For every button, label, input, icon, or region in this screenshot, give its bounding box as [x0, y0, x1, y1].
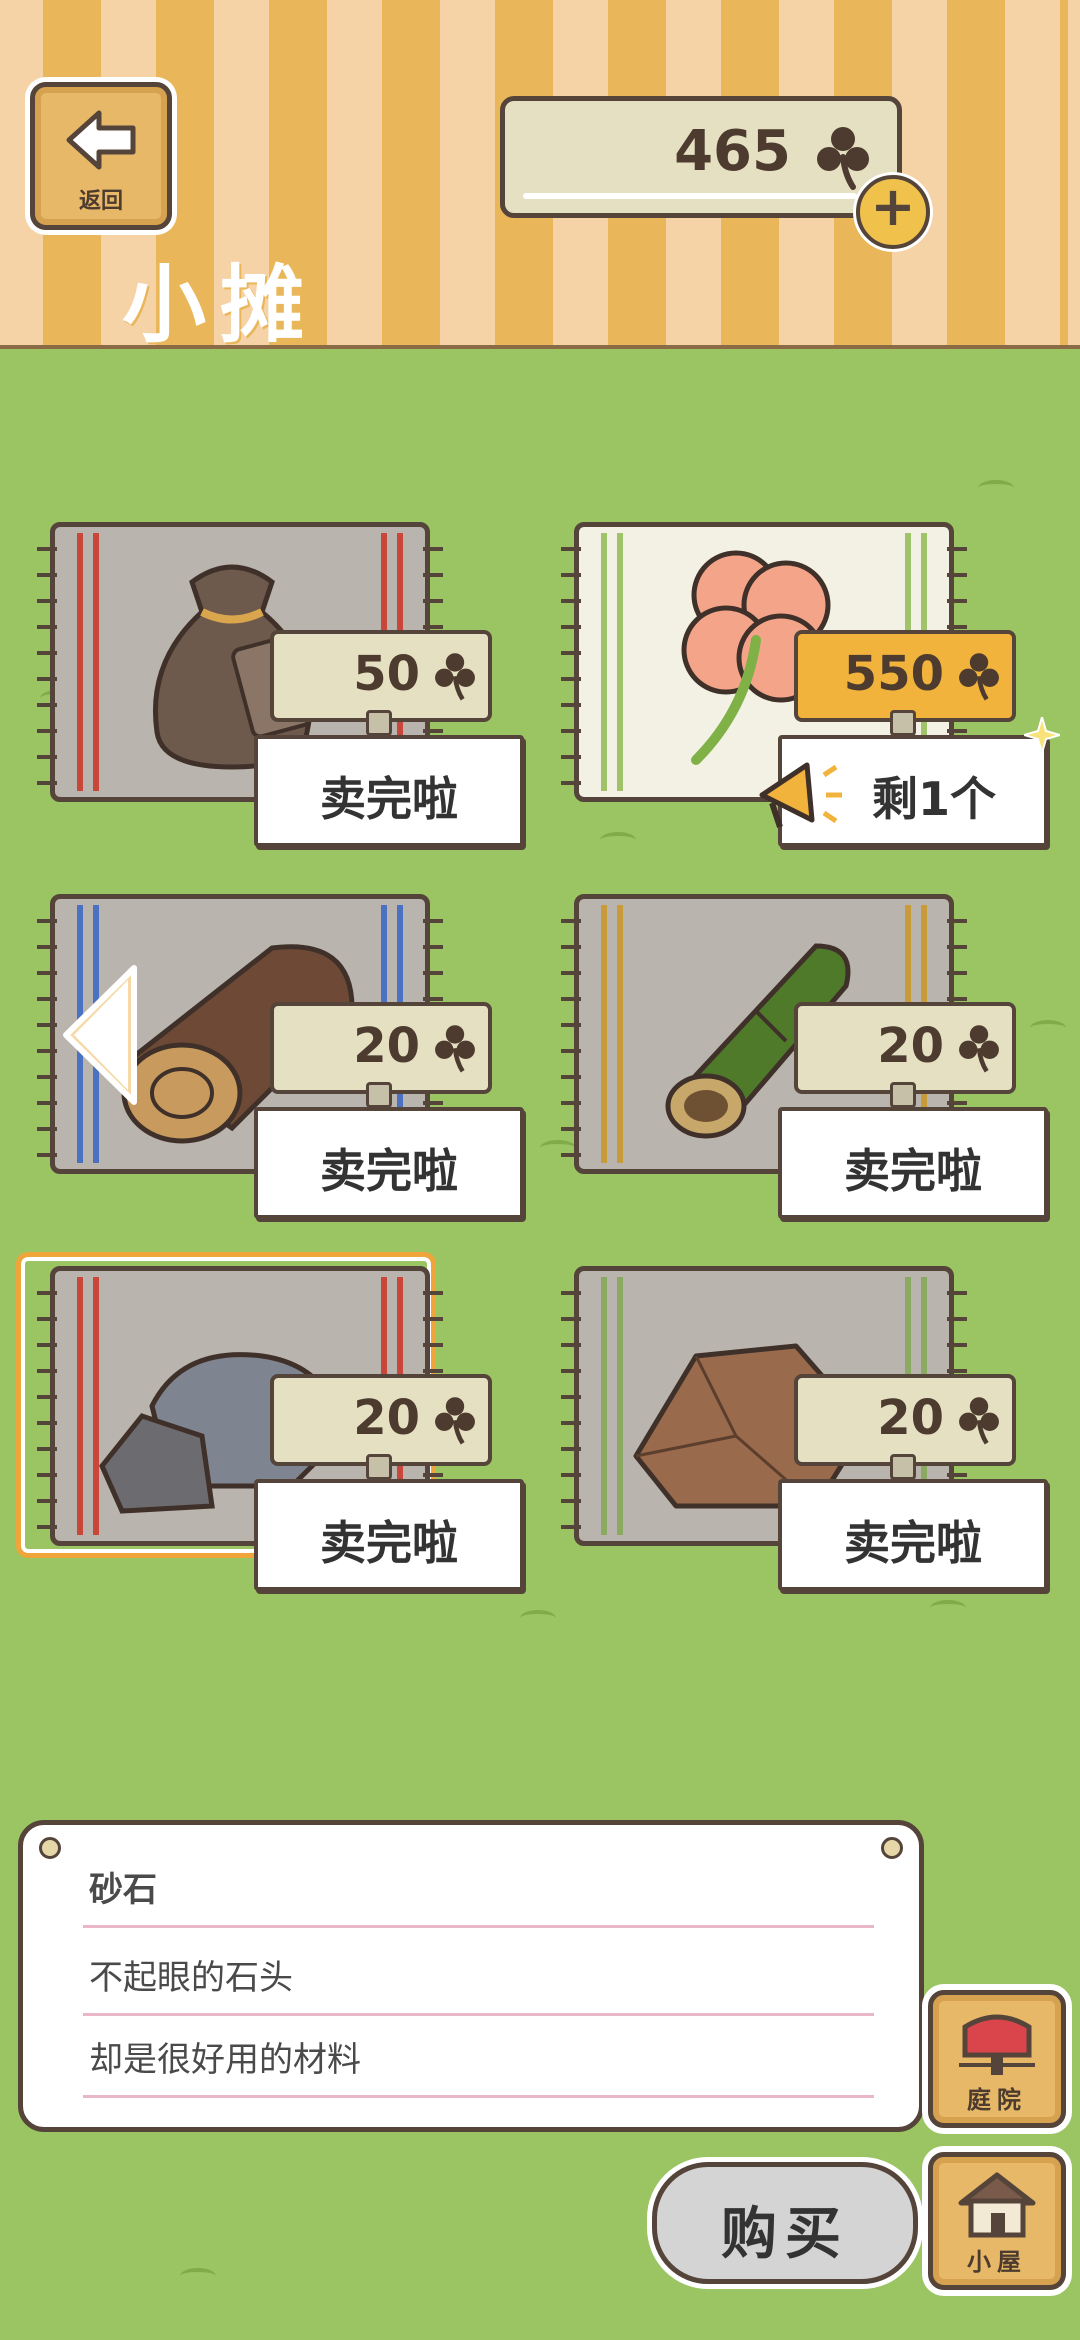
clover-count: 465 [674, 119, 791, 184]
status-text: 卖完啦 [320, 1144, 458, 1198]
clover-icon [435, 1397, 475, 1445]
description-text-2: 却是很好用的材料 [89, 2040, 361, 2080]
price-tag: 550 [794, 630, 1016, 736]
sold-out-plate: 卖完啦 [254, 1107, 524, 1219]
pin-icon [881, 1837, 903, 1859]
status-text: 卖完啦 [320, 1516, 458, 1570]
price-tag: 20 [794, 1374, 1016, 1480]
price-value: 50 [353, 646, 420, 702]
sold-out-plate: 卖完啦 [254, 735, 524, 847]
stock-left-plate: 剩1个 [759, 717, 1060, 847]
clover-balance: 465 [500, 96, 902, 218]
stall-item-4[interactable]: 20 卖完啦 [556, 894, 1048, 1224]
grass-decoration [978, 480, 1014, 496]
stall-item-6[interactable]: 20 卖完啦 [556, 1266, 1048, 1596]
buy-label: 购买 [721, 2202, 849, 2267]
scroll-left-arrow-icon[interactable] [58, 960, 142, 1110]
price-tag: 20 [270, 1002, 492, 1108]
house-icon [958, 2172, 1036, 2238]
clover-icon [959, 1025, 999, 1073]
page-title: 小摊 [122, 256, 319, 354]
sold-out-plate: 卖完啦 [778, 1479, 1048, 1591]
sparkle-icon [1024, 717, 1060, 753]
sold-out-plate: 卖完啦 [778, 1107, 1048, 1219]
house-button[interactable]: 小屋 [928, 2152, 1066, 2290]
back-label: 返回 [78, 189, 123, 214]
grass-decoration [520, 1610, 556, 1626]
plus-icon: + [870, 175, 916, 238]
grass-decoration [1030, 1020, 1066, 1036]
item-name-row: 砂石 [83, 1845, 874, 1928]
stall-item-1[interactable]: 50 卖完啦 [32, 522, 524, 852]
item-description-panel: 砂石 不起眼的石头 却是很好用的材料 [18, 1820, 924, 2132]
description-line: 却是很好用的材料 [83, 2015, 874, 2098]
price-tag: 50 [270, 630, 492, 736]
clover-icon [435, 1025, 475, 1073]
clover-icon [959, 653, 999, 701]
status-text: 剩1个 [872, 772, 997, 826]
clover-icon [435, 653, 475, 701]
price-value: 550 [843, 646, 944, 702]
price-value: 20 [877, 1018, 944, 1074]
status-text: 卖完啦 [844, 1144, 982, 1198]
description-line: 不起眼的石头 [83, 1933, 874, 2016]
stall-item-2[interactable]: 550 剩1个 [556, 522, 1060, 852]
item-name: 砂石 [89, 1870, 157, 1910]
add-clovers-button[interactable]: + [856, 175, 930, 249]
coin-box-shine [523, 193, 857, 199]
price-tag: 20 [270, 1374, 492, 1480]
stall-item-5[interactable]: 20 卖完啦 [16, 1252, 524, 1596]
description-text-1: 不起眼的石头 [89, 1958, 293, 1998]
back-arrow-icon [66, 110, 136, 170]
status-text: 卖完啦 [844, 1516, 982, 1570]
price-tag: 20 [794, 1002, 1016, 1108]
yard-button[interactable]: 庭院 [928, 1990, 1066, 2128]
grass-decoration [930, 1600, 966, 1616]
buy-button[interactable]: 购买 [652, 2162, 918, 2284]
price-value: 20 [353, 1018, 420, 1074]
price-value: 20 [353, 1390, 420, 1446]
grass-decoration [180, 2268, 216, 2284]
yard-label: 庭院 [967, 2086, 1027, 2114]
header-bar: 返回 小摊 465 + [0, 0, 1080, 354]
sold-out-plate: 卖完啦 [254, 1479, 524, 1591]
mailbox-icon [959, 2014, 1035, 2075]
megaphone-icon [759, 762, 842, 828]
price-value: 20 [877, 1390, 944, 1446]
status-text: 卖完啦 [320, 772, 458, 826]
back-button[interactable]: 返回 [30, 82, 172, 230]
house-label: 小屋 [967, 2248, 1027, 2276]
clover-icon [959, 1397, 999, 1445]
pin-icon [39, 1837, 61, 1859]
